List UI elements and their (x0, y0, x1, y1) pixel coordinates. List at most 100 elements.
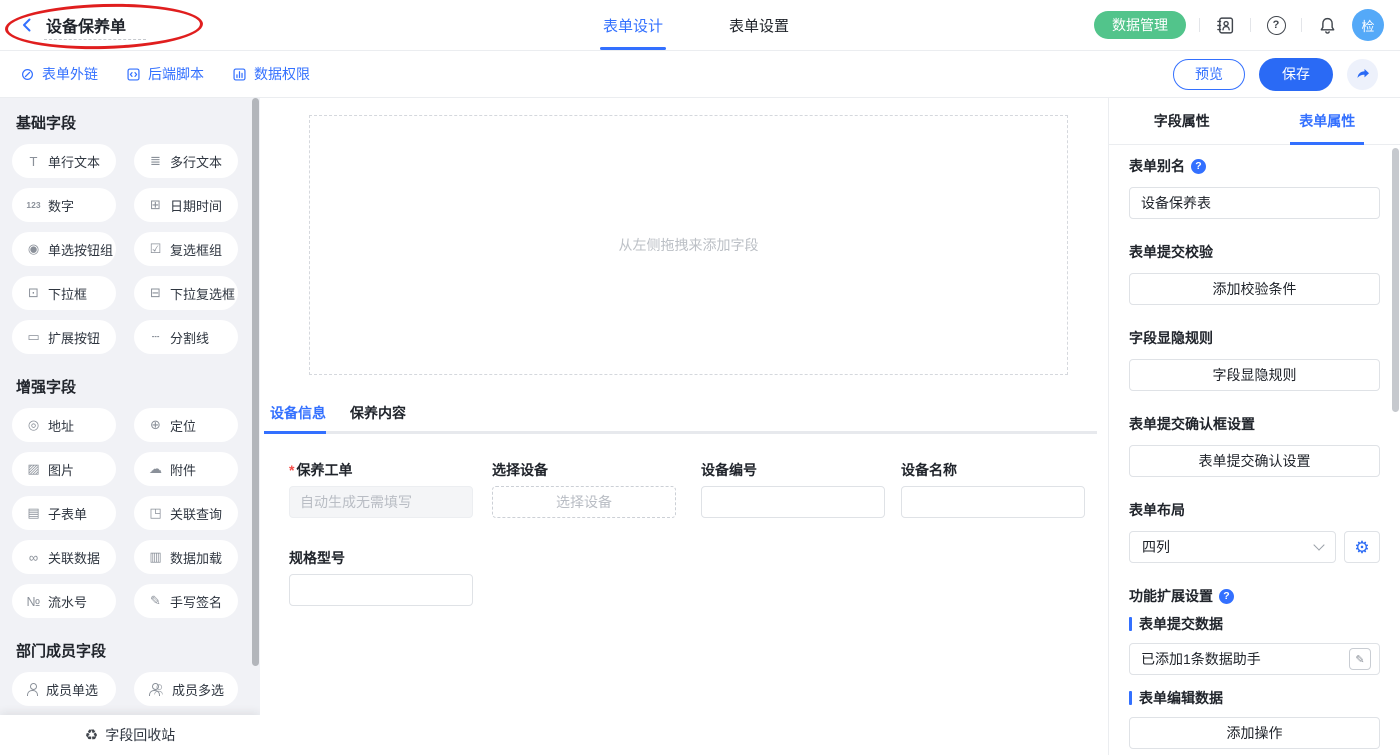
data-permission-link[interactable]: 数据权限 (232, 64, 310, 84)
form-alias-label: 表单别名 ? (1129, 157, 1380, 175)
tab-field-properties[interactable]: 字段属性 (1109, 98, 1255, 144)
title-edit-underline (44, 39, 146, 40)
submit-confirm-label: 表单提交确认框设置 (1129, 415, 1380, 433)
add-validation-button[interactable]: 添加校验条件 (1129, 273, 1380, 305)
multi-line-text-icon: ≣ (147, 153, 164, 169)
select-device-input[interactable] (492, 486, 676, 518)
address-icon: ◎ (25, 417, 42, 433)
save-button[interactable]: 保存 (1259, 58, 1333, 91)
field-recycle-bin[interactable]: ♻ 字段回收站 (0, 715, 260, 755)
field-chip-radio-group[interactable]: ◉ 单选按钮组 (12, 232, 116, 266)
address-book-button[interactable] (1213, 13, 1237, 37)
help-icon[interactable]: ? (1191, 159, 1206, 174)
share-button[interactable] (1347, 59, 1378, 90)
avatar[interactable]: 检 (1352, 9, 1384, 41)
visibility-rules-button[interactable]: 字段显隐规则 (1129, 359, 1380, 391)
panel-scrollbar[interactable] (1392, 148, 1399, 412)
tab-form-properties[interactable]: 表单属性 (1255, 98, 1400, 144)
field-chip-multi-dropdown[interactable]: ⊟ 下拉复选框 (134, 276, 238, 310)
spec-model-input[interactable] (289, 574, 473, 606)
tab-form-settings[interactable]: 表单设置 (729, 0, 789, 50)
layout-settings-button[interactable]: ⚙ (1344, 531, 1380, 563)
field-chip-linked-data[interactable]: ∞ 关联数据 (12, 540, 116, 574)
tab-form-design[interactable]: 表单设计 (603, 0, 663, 50)
field-chip-address[interactable]: ◎ 地址 (12, 408, 116, 442)
extend-button-icon: ▭ (25, 329, 42, 345)
form-alias-input[interactable] (1129, 187, 1380, 219)
panel-body: 表单别名 ? 表单提交校验 添加校验条件 字段显隐规则 字段显隐规则 表单提交确… (1109, 145, 1400, 749)
field-label: 选择设备 (492, 460, 676, 480)
help-icon[interactable]: ? (1219, 589, 1234, 604)
datetime-icon: ⊞ (147, 197, 164, 213)
field-chip-linked-query[interactable]: ◳ 关联查询 (134, 496, 238, 530)
backend-script-link[interactable]: 后端脚本 (126, 64, 204, 84)
image-icon: ▨ (25, 461, 42, 477)
field-chip-extend-button[interactable]: ▭ 扩展按钮 (12, 320, 116, 354)
field-chip-subform[interactable]: ▤ 子表单 (12, 496, 116, 530)
field-chip-signature[interactable]: ✎ 手写签名 (134, 584, 238, 618)
field-dropzone[interactable]: 从左侧拖拽来添加字段 (309, 115, 1068, 375)
help-icon: ? (1267, 16, 1286, 35)
submit-confirm-button[interactable]: 表单提交确认设置 (1129, 445, 1380, 477)
canvas-tab-active-underline (264, 431, 326, 434)
multi-dropdown-icon: ⊟ (147, 285, 164, 301)
submit-data-value: 已添加1条数据助手 (1141, 649, 1261, 669)
edit-icon[interactable]: ✎ (1349, 648, 1371, 670)
panel-tabs: 字段属性 表单属性 (1109, 98, 1400, 145)
toolbar-actions: 预览 保存 (1173, 51, 1378, 97)
field-chip-location[interactable]: ⊕ 定位 (134, 408, 238, 442)
field-chip-checkbox-group[interactable]: ☑ 复选框组 (134, 232, 238, 266)
maintenance-order-input[interactable] (289, 486, 473, 518)
help-button[interactable]: ? (1264, 13, 1288, 37)
field-chip-single-line-text[interactable]: T 单行文本 (12, 144, 116, 178)
page-title[interactable]: 设备保养单 (46, 13, 126, 37)
data-manage-button[interactable]: 数据管理 (1094, 11, 1186, 39)
sidebar-scrollbar[interactable] (252, 98, 259, 666)
form-layout-row: 四列 ⚙ (1129, 531, 1380, 563)
toolbar-links: 表单外链 后端脚本 数据权限 (20, 51, 310, 97)
linked-query-icon: ◳ (147, 505, 164, 521)
canvas-tabs: 设备信息 保养内容 (270, 403, 406, 423)
field-chip-member-single[interactable]: 成员单选 (12, 672, 116, 706)
field-chip-multi-line-text[interactable]: ≣ 多行文本 (134, 144, 238, 178)
tab-device-info[interactable]: 设备信息 (270, 403, 326, 423)
device-number-input[interactable] (701, 486, 885, 518)
properties-panel: 字段属性 表单属性 表单别名 ? 表单提交校验 添加校验条件 字段显隐规则 字段… (1108, 98, 1400, 755)
chevron-left-icon (19, 17, 35, 33)
form-external-link[interactable]: 表单外链 (20, 64, 98, 84)
field-chip-attachment[interactable]: ☁ 附件 (134, 452, 238, 486)
people-icon (147, 683, 166, 696)
field-device-number: 设备编号 (701, 460, 885, 518)
field-chip-member-multi[interactable]: 成员多选 (134, 672, 238, 706)
field-chip-serial-number[interactable]: № 流水号 (12, 584, 116, 618)
field-palette-sidebar: 基础字段 T 单行文本 ≣ 多行文本 123 数字 ⊞ 日期时间 ◉ 单选按钮组 (0, 98, 260, 755)
linked-data-icon: ∞ (25, 550, 42, 565)
form-layout-label: 表单布局 (1129, 501, 1380, 519)
field-label: 设备编号 (701, 460, 885, 480)
single-line-text-icon: T (25, 154, 42, 169)
field-chip-dropdown[interactable]: ⊡ 下拉框 (12, 276, 116, 310)
device-name-input[interactable] (901, 486, 1085, 518)
divider (1199, 18, 1200, 32)
submit-data-box[interactable]: 已添加1条数据助手 ✎ (1129, 643, 1380, 675)
tab-maintenance-content[interactable]: 保养内容 (350, 403, 406, 423)
add-operation-button[interactable]: 添加操作 (1129, 717, 1380, 749)
field-chip-data-load[interactable]: ▥ 数据加载 (134, 540, 238, 574)
form-canvas: 从左侧拖拽来添加字段 设备信息 保养内容 *保养工单 选择设备 设备编号 设备名… (260, 98, 1108, 755)
field-chip-divider-line[interactable]: ┄ 分割线 (134, 320, 238, 354)
field-chip-image[interactable]: ▨ 图片 (12, 452, 116, 486)
form-designer-app: 设备保养单 表单设计 表单设置 数据管理 (0, 0, 1400, 755)
section-title-member-fields: 部门成员字段 (16, 642, 260, 661)
field-chip-number[interactable]: 123 数字 (12, 188, 116, 222)
person-icon (25, 683, 40, 696)
field-chip-datetime[interactable]: ⊞ 日期时间 (134, 188, 238, 222)
preview-button[interactable]: 预览 (1173, 59, 1245, 90)
back-button[interactable] (18, 16, 36, 34)
notifications-button[interactable] (1315, 13, 1339, 37)
basic-fields-grid: T 单行文本 ≣ 多行文本 123 数字 ⊞ 日期时间 ◉ 单选按钮组 ☑ 复选… (0, 144, 260, 364)
layout-select[interactable]: 四列 (1129, 531, 1336, 563)
section-bar (1129, 617, 1132, 631)
attachment-icon: ☁ (147, 461, 164, 477)
header: 设备保养单 表单设计 表单设置 数据管理 (0, 0, 1400, 51)
edit-data-label: 表单编辑数据 (1129, 689, 1380, 707)
